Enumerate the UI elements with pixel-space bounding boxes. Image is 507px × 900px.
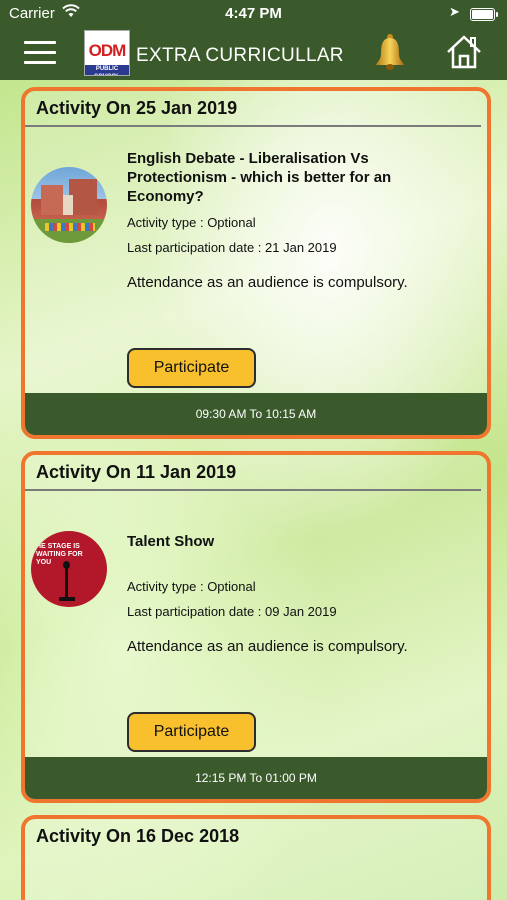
last-participation-date: Last participation date : 09 Jan 2019 bbox=[127, 604, 337, 619]
nav-bar: ODM PUBLIC SCHOOL EXTRA CURRICULLAR bbox=[0, 30, 507, 80]
menu-icon[interactable] bbox=[24, 41, 56, 67]
activity-date-header: Activity On 11 Jan 2019 bbox=[25, 455, 481, 491]
last-participation-date: Last participation date : 21 Jan 2019 bbox=[127, 240, 337, 255]
activity-date-header: Activity On 16 Dec 2018 bbox=[36, 826, 240, 846]
activity-type: Activity type : Optional bbox=[127, 579, 256, 594]
battery-icon bbox=[470, 8, 498, 21]
activity-image: HE STAGE IS WAITING FOR YOU bbox=[31, 531, 107, 607]
status-bar: Carrier 4:47 PM ➤ bbox=[0, 0, 507, 30]
location-icon: ➤ bbox=[449, 4, 460, 19]
page-title: EXTRA CURRICULLAR bbox=[136, 45, 344, 66]
participate-button[interactable]: Participate bbox=[127, 712, 256, 752]
activity-date-header: Activity On 25 Jan 2019 bbox=[25, 91, 481, 127]
activity-time: 09:30 AM To 10:15 AM bbox=[25, 393, 487, 435]
bell-icon[interactable] bbox=[370, 32, 410, 72]
activity-image bbox=[31, 167, 107, 243]
activity-note: Attendance as an audience is compulsory. bbox=[127, 274, 408, 291]
clock: 4:47 PM bbox=[225, 5, 282, 22]
school-logo: ODM PUBLIC SCHOOL bbox=[84, 30, 130, 76]
activity-card: Activity On 11 Jan 2019 HE STAGE IS WAIT… bbox=[21, 451, 491, 803]
logo-text: ODM bbox=[88, 41, 127, 60]
participate-button[interactable]: Participate bbox=[127, 348, 256, 388]
activity-card: Activity On 16 Dec 2018 bbox=[21, 815, 491, 900]
home-icon[interactable] bbox=[444, 32, 484, 72]
activity-type: Activity type : Optional bbox=[127, 215, 256, 230]
activity-time: 12:15 PM To 01:00 PM bbox=[25, 757, 487, 799]
logo-subtext: PUBLIC SCHOOL bbox=[85, 65, 129, 75]
activity-note: Attendance as an audience is compulsory. bbox=[127, 638, 408, 655]
activity-title: Talent Show bbox=[127, 533, 215, 550]
activity-card: Activity On 25 Jan 2019 English Debate -… bbox=[21, 87, 491, 439]
activity-title: English Debate - Liberalisation Vs Prote… bbox=[127, 150, 392, 205]
